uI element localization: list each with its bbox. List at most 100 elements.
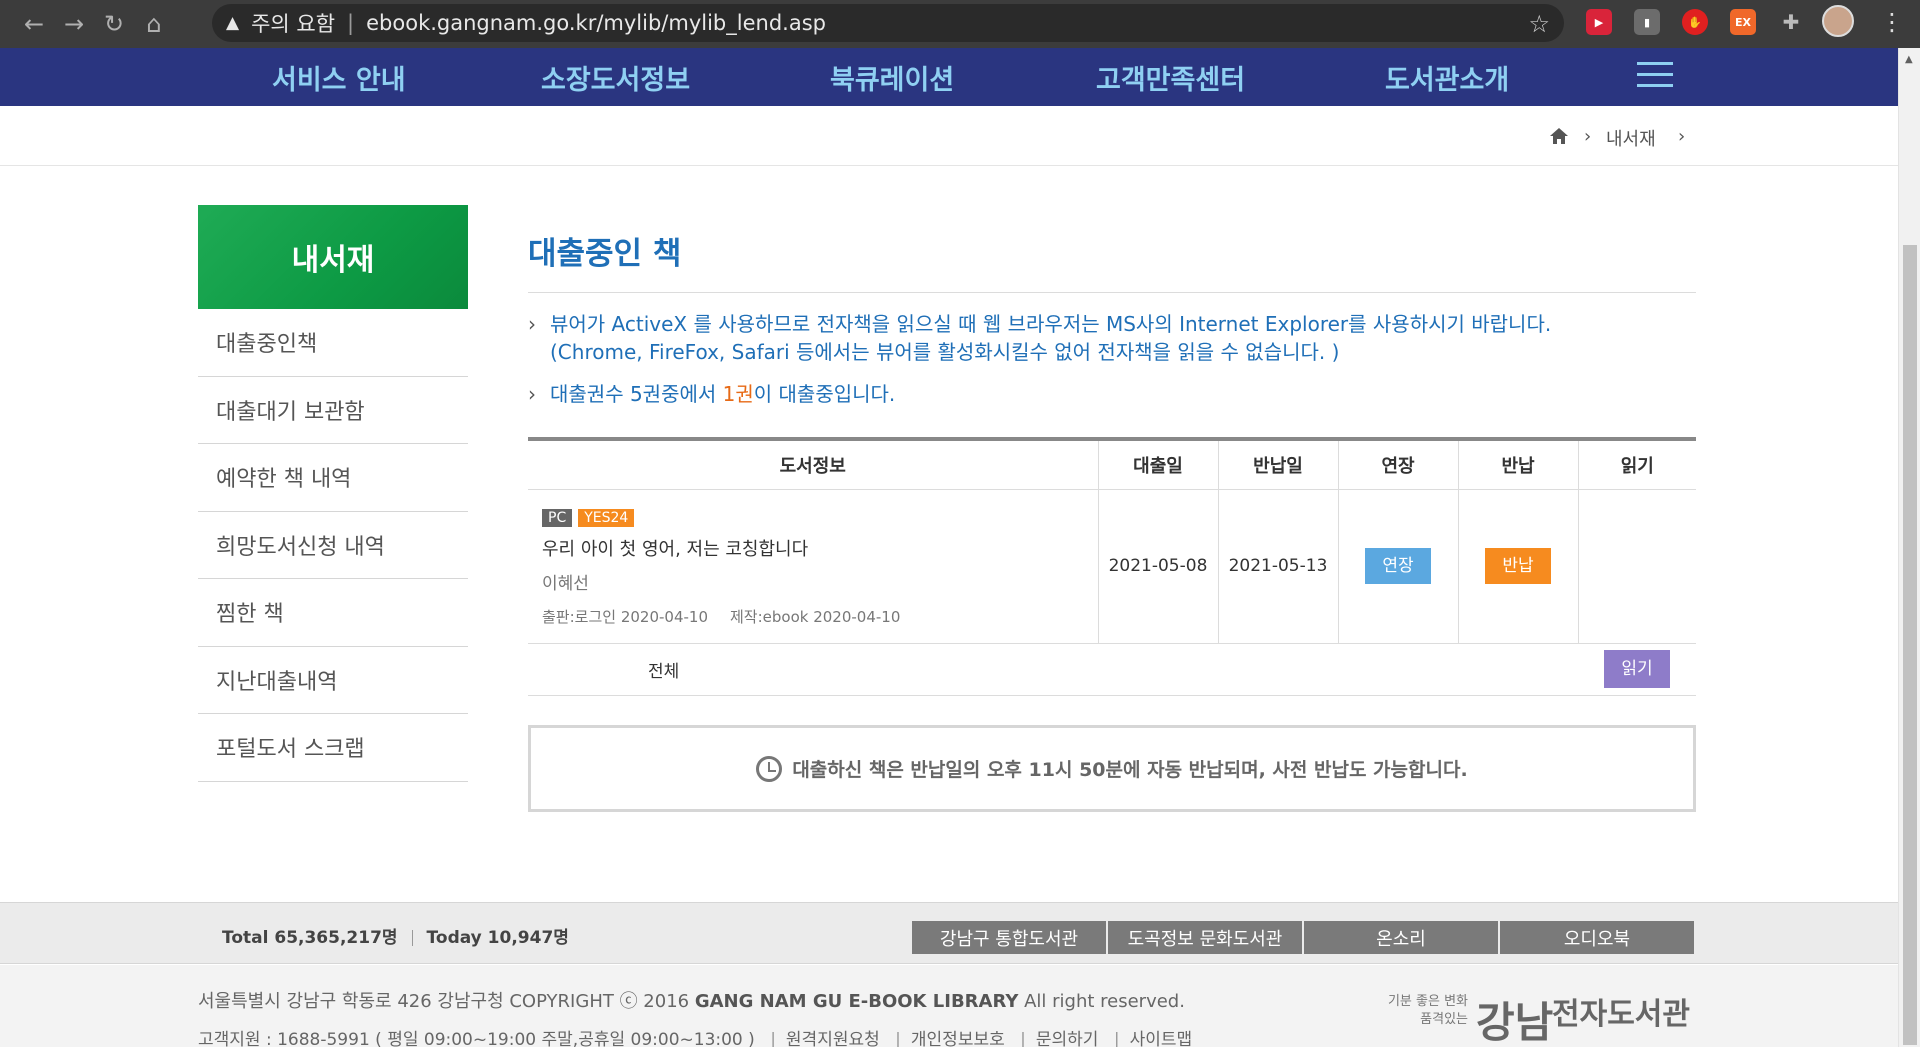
sidebar-item-requests[interactable]: 희망도서신청 내역 <box>198 512 468 579</box>
loan-count-value: 1권 <box>722 382 754 406</box>
browser-menu-icon[interactable]: ⋮ <box>1880 8 1904 36</box>
extend-button[interactable]: 연장 <box>1365 548 1431 584</box>
page-title: 대출중인 책 <box>528 236 682 272</box>
sidebar-item-past-loans[interactable]: 지난대출내역 <box>198 647 468 714</box>
forward-arrow-icon[interactable]: → <box>54 4 94 44</box>
nav-item-curation[interactable]: 북큐레이션 <box>830 58 954 97</box>
notice-browser: › 뷰어가 ActiveX 를 사용하므로 전자책을 읽으실 때 웹 브라우저는… <box>528 310 1551 366</box>
breadcrumb-home-icon[interactable] <box>1550 128 1568 144</box>
platform-badge: PC <box>542 509 573 527</box>
notice-browser-line1: 뷰어가 ActiveX 를 사용하므로 전자책을 읽으실 때 웹 브라우저는 M… <box>550 312 1552 336</box>
reload-icon[interactable]: ↻ <box>94 4 134 44</box>
vendor-badge: YES24 <box>578 509 635 527</box>
chevron-right-icon: › <box>528 312 536 336</box>
nav-item-library-intro[interactable]: 도서관소개 <box>1385 58 1509 97</box>
remote-support-link[interactable]: 원격지원요청 <box>786 1030 880 1047</box>
visitor-counter: Total 65,365,217명 Today 10,947명 <box>222 923 569 948</box>
sidebar-item-reservations[interactable]: 예약한 책 내역 <box>198 444 468 512</box>
column-header-lend-date: 대출일 <box>1097 437 1218 490</box>
inquiry-link[interactable]: 문의하기 <box>1036 1030 1099 1047</box>
sidebar-menu: 대출중인책 대출대기 보관함 예약한 책 내역 희망도서신청 내역 찜한 책 지… <box>198 309 468 782</box>
sidebar-item-waiting-box[interactable]: 대출대기 보관함 <box>198 377 468 444</box>
breadcrumb-current[interactable]: 내서재 <box>1606 125 1656 151</box>
sidebar-item-portal-scrap[interactable]: 포털도서 스크랩 <box>198 714 468 782</box>
clock-icon <box>756 755 783 782</box>
footer-address: 서울특별시 강남구 학동로 426 강남구청 COPYRIGHT ⓒ 2016 … <box>198 991 1185 1012</box>
auto-return-notice: 대출하신 책은 반납일의 오후 11시 50분에 자동 반납되며, 사전 반납도… <box>528 725 1696 812</box>
footer-bar: Total 65,365,217명 Today 10,947명 강남구 통합도서관… <box>0 902 1898 964</box>
site-navigation: 서비스 안내 소장도서정보 북큐레이션 고객만족센터 도서관소개 <box>0 48 1898 106</box>
lend-date: 2021-05-08 <box>1097 489 1218 644</box>
column-header-read: 읽기 <box>1577 437 1696 490</box>
breadcrumb: › 내서재 › <box>0 106 1898 166</box>
return-cell: 반납 <box>1457 489 1578 644</box>
loan-count-suffix: 이 대출중입니다. <box>753 382 896 406</box>
book-production: 제작:ebook 2020-04-10 <box>730 608 901 626</box>
link-audiobook[interactable]: 오디오북 <box>1500 921 1694 954</box>
book-meta: 출판:로그인 2020-04-10 제작:ebook 2020-04-10 <box>542 606 1084 627</box>
table-header-row: 도서정보 대출일 반납일 연장 반납 읽기 <box>528 437 1696 490</box>
scroll-up-icon[interactable]: ▲ <box>1905 54 1913 65</box>
sidebar-title: 내서재 <box>291 243 375 278</box>
scrollbar-thumb[interactable] <box>1903 245 1917 1045</box>
address-divider: | <box>347 11 355 35</box>
table-row: PC YES24 우리 아이 첫 영어, 저는 코칭합니다 이혜선 출판:로그인 … <box>528 489 1696 644</box>
footer-contact: 고객지원 : 1688-5991 ( 평일 09:00~19:00 주말,공휴일… <box>198 1025 1192 1047</box>
hamburger-menu-icon[interactable] <box>1637 62 1673 90</box>
total-row: 전체 읽기 <box>528 643 1696 696</box>
today-visitors: Today 10,947명 <box>426 928 569 948</box>
security-label: 주의 요함 <box>251 12 336 36</box>
book-publisher: 출판:로그인 2020-04-10 <box>542 608 708 626</box>
footer-info: 서울특별시 강남구 학동로 426 강남구청 COPYRIGHT ⓒ 2016 … <box>0 965 1898 1047</box>
link-onsori[interactable]: 온소리 <box>1304 921 1498 954</box>
column-header-extend: 연장 <box>1337 437 1458 490</box>
link-gangnam-library[interactable]: 강남구 통합도서관 <box>912 921 1106 954</box>
extension-puzzle-icon[interactable]: ✚ <box>1778 9 1804 35</box>
chevron-right-icon: › <box>1678 126 1686 147</box>
support-hours: 고객지원 : 1688-5991 ( 평일 09:00~19:00 주말,공휴일… <box>198 1030 755 1047</box>
due-date: 2021-05-13 <box>1217 489 1338 644</box>
chevron-right-icon: › <box>528 382 536 406</box>
home-icon[interactable]: ⌂ <box>134 4 174 44</box>
column-header-due-date: 반납일 <box>1217 437 1338 490</box>
notice-loan-count: › 대출권수 5권중에서 1권이 대출중입니다. <box>528 380 895 408</box>
warning-icon: ▲ <box>226 13 240 33</box>
loan-count-prefix: 대출권수 5권중에서 <box>550 382 723 406</box>
extension-ex-icon[interactable]: EX <box>1730 9 1756 35</box>
nav-item-customer-center[interactable]: 고객만족센터 <box>1096 58 1245 97</box>
extension-red-icon[interactable]: ▶ <box>1586 9 1612 35</box>
total-label: 전체 <box>528 643 1098 696</box>
back-arrow-icon[interactable]: ← <box>14 4 54 44</box>
privacy-link[interactable]: 개인정보보호 <box>911 1030 1005 1047</box>
footer-logo: 기분 좋은 변화 품격있는 강남 전자도서관 <box>1387 994 1690 1047</box>
page-scrollbar[interactable]: ▲ <box>1898 48 1920 1047</box>
profile-avatar[interactable] <box>1822 5 1854 37</box>
sidebar-header: 내서재 <box>198 205 468 309</box>
link-dogok-library[interactable]: 도곡정보 문화도서관 <box>1108 921 1302 954</box>
url-text[interactable]: ebook.gangnam.go.kr/mylib/mylib_lend.asp <box>366 11 826 35</box>
star-icon[interactable]: ☆ <box>1528 10 1550 38</box>
browser-toolbar: ← → ↻ ⌂ ▲ 주의 요함 | ebook.gangnam.go.kr/my… <box>0 0 1920 48</box>
sidebar-item-wishlist[interactable]: 찜한 책 <box>198 579 468 647</box>
nav-item-service[interactable]: 서비스 안내 <box>272 58 406 97</box>
extension-gray-icon[interactable]: ▮ <box>1634 9 1660 35</box>
total-visitors: Total 65,365,217명 <box>222 928 398 948</box>
loan-table: 도서정보 대출일 반납일 연장 반납 읽기 PC YES24 우리 아이 첫 영어… <box>528 437 1696 696</box>
read-all-cell: 읽기 <box>1578 643 1696 696</box>
sitemap-link[interactable]: 사이트맵 <box>1130 1030 1193 1047</box>
sidebar-item-current-loans[interactable]: 대출중인책 <box>198 309 468 377</box>
extension-stop-icon[interactable]: ✋ <box>1682 9 1708 35</box>
title-divider <box>528 292 1696 293</box>
nav-item-collection[interactable]: 소장도서정보 <box>541 58 690 97</box>
column-header-book-info: 도서정보 <box>528 437 1098 490</box>
book-info-cell: PC YES24 우리 아이 첫 영어, 저는 코칭합니다 이혜선 출판:로그인 … <box>528 489 1098 644</box>
book-title[interactable]: 우리 아이 첫 영어, 저는 코칭합니다 <box>542 535 1084 561</box>
return-button[interactable]: 반납 <box>1485 548 1551 584</box>
column-header-return: 반납 <box>1457 437 1578 490</box>
address-bar[interactable]: ▲ 주의 요함 | ebook.gangnam.go.kr/mylib/myli… <box>212 4 1564 42</box>
extend-cell: 연장 <box>1337 489 1458 644</box>
auto-return-text: 대출하신 책은 반납일의 오후 11시 50분에 자동 반납되며, 사전 반납도… <box>792 759 1468 781</box>
read-cell <box>1577 489 1696 644</box>
notice-browser-line2: (Chrome, FireFox, Safari 등에서는 뷰어를 활성화시킬수… <box>550 340 1340 364</box>
read-button[interactable]: 읽기 <box>1604 650 1670 688</box>
